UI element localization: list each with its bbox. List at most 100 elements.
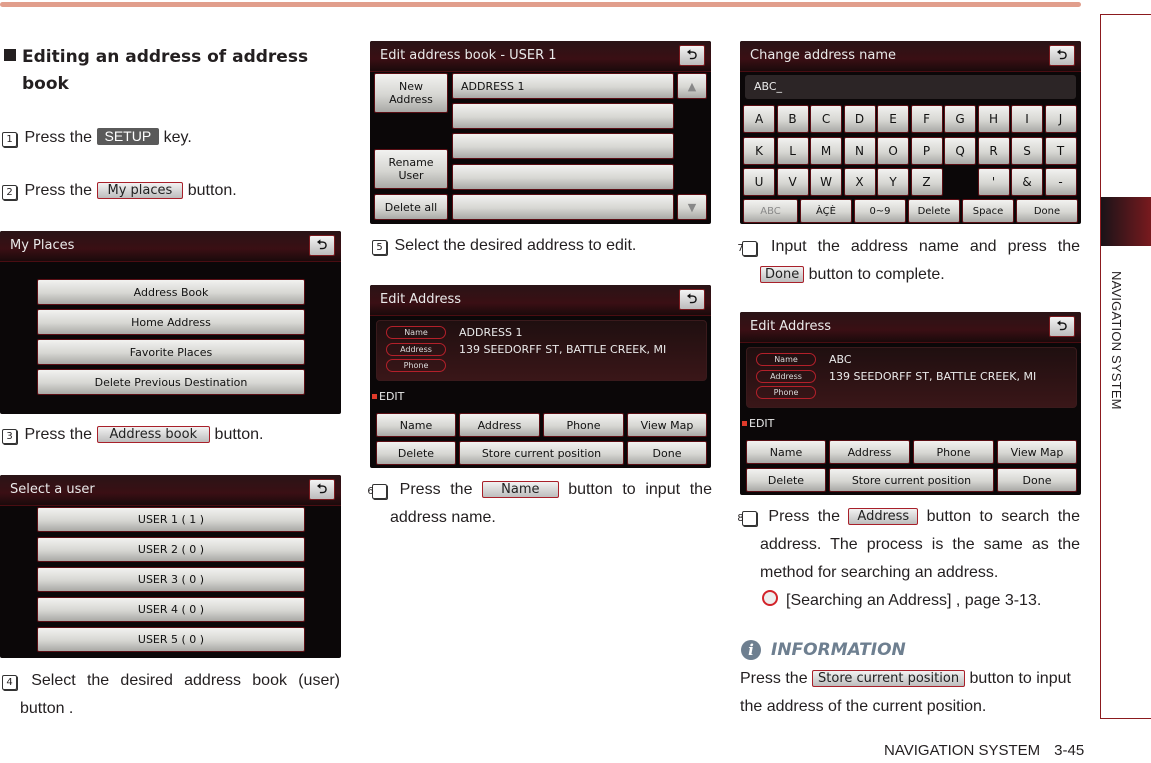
address-button[interactable]: Address (829, 440, 910, 464)
key-space[interactable]: Space (962, 199, 1014, 223)
key-q[interactable]: Q (944, 137, 977, 165)
view-map-button[interactable]: View Map (627, 413, 707, 437)
key-u[interactable]: U (743, 168, 776, 196)
screen-title: Edit Address (380, 292, 462, 307)
key-ampersand[interactable]: & (1011, 168, 1044, 196)
key-p[interactable]: P (910, 137, 943, 165)
setup-key: SETUP (96, 128, 160, 145)
key-abc-mode[interactable]: ABC (743, 199, 798, 223)
step-number: 5 (372, 240, 387, 255)
user-2-button[interactable]: USER 2 ( 0 ) (37, 537, 305, 562)
user-5-button[interactable]: USER 5 ( 0 ) (37, 627, 305, 652)
key-z[interactable]: Z (910, 168, 943, 196)
key-n[interactable]: N (843, 137, 876, 165)
name-button[interactable]: Name (746, 440, 826, 464)
name-button[interactable]: Name (376, 413, 456, 437)
address-row[interactable]: ADDRESS 1 (452, 73, 674, 99)
key-apostrophe[interactable]: ' (977, 168, 1010, 196)
delete-button[interactable]: Delete (746, 468, 826, 492)
key-b[interactable]: B (776, 105, 809, 133)
step-number: 4 (2, 675, 17, 690)
key-numeric-mode[interactable]: 0~9 (854, 199, 906, 223)
address-book-button[interactable]: Address Book (37, 279, 305, 305)
name-field-label: Name (756, 353, 816, 366)
address-row[interactable] (452, 164, 674, 190)
key-hyphen[interactable]: - (1044, 168, 1077, 196)
key-a[interactable]: A (743, 105, 776, 133)
edit-address-screen-updated: Edit Address ⮌ Name Address Phone ABC 13… (740, 312, 1081, 495)
return-arrow-icon[interactable]: ⮌ (1049, 316, 1075, 337)
scroll-down-icon[interactable]: ▼ (677, 194, 707, 220)
select-user-screen: Select a user ⮌ USER 1 ( 1 ) USER 2 ( 0 … (0, 475, 341, 658)
key-accented-mode[interactable]: ÀÇÈ (800, 199, 852, 223)
phone-button[interactable]: Phone (543, 413, 624, 437)
reference-link[interactable]: [Searching an Address] , page 3-13. (762, 587, 1041, 615)
return-arrow-icon[interactable]: ⮌ (1049, 45, 1075, 66)
return-arrow-icon[interactable]: ⮌ (309, 479, 335, 500)
name-input[interactable]: ABC_ (745, 75, 1076, 99)
key-delete[interactable]: Delete (908, 199, 960, 223)
store-current-position-button[interactable]: Store current position (829, 468, 994, 492)
key-y[interactable]: Y (877, 168, 910, 196)
delete-all-button[interactable]: Delete all (374, 194, 448, 220)
screen-title: Select a user (10, 482, 95, 497)
key-j[interactable]: J (1044, 105, 1077, 133)
address-button[interactable]: Address (459, 413, 540, 437)
rename-user-button[interactable]: Rename User (374, 149, 448, 189)
footer-section: NAVIGATION SYSTEM (884, 742, 1041, 759)
key-v[interactable]: V (776, 168, 809, 196)
key-e[interactable]: E (877, 105, 910, 133)
step-5: 5 Select the desired address to edit. (372, 232, 636, 260)
information-text: Press the Store current position button … (740, 670, 1071, 715)
step-number: 8 (737, 511, 757, 526)
store-current-position-button-ref: Store current position (812, 670, 966, 687)
delete-button[interactable]: Delete (376, 441, 456, 465)
user-1-button[interactable]: USER 1 ( 1 ) (37, 507, 305, 532)
key-c[interactable]: C (810, 105, 843, 133)
address-book-button-ref: Address book (96, 426, 211, 443)
name-button-ref: Name (482, 481, 559, 498)
address-row[interactable] (452, 194, 674, 220)
key-done[interactable]: Done (1016, 199, 1078, 223)
store-current-position-button[interactable]: Store current position (459, 441, 624, 465)
address-field-label: Address (756, 370, 816, 383)
return-arrow-icon[interactable]: ⮌ (679, 45, 705, 66)
information-heading: i INFORMATION (741, 640, 906, 660)
key-s[interactable]: S (1011, 137, 1044, 165)
return-arrow-icon[interactable]: ⮌ (309, 235, 335, 256)
done-button[interactable]: Done (627, 441, 707, 465)
user-3-button[interactable]: USER 3 ( 0 ) (37, 567, 305, 592)
key-d[interactable]: D (843, 105, 876, 133)
key-x[interactable]: X (843, 168, 876, 196)
key-f[interactable]: F (910, 105, 943, 133)
address-row[interactable] (452, 133, 674, 159)
phone-field-label: Phone (756, 386, 816, 399)
new-address-button[interactable]: New Address (374, 73, 448, 113)
step-6: 6 Press the Name button to input the add… (367, 481, 712, 526)
edit-address-screen: Edit Address ⮌ Name Address Phone ADDRES… (370, 285, 711, 468)
key-w[interactable]: W (810, 168, 843, 196)
key-k[interactable]: K (743, 137, 776, 165)
key-o[interactable]: O (877, 137, 910, 165)
key-t[interactable]: T (1044, 137, 1077, 165)
step-number: 3 (2, 429, 17, 444)
key-m[interactable]: M (810, 137, 843, 165)
key-h[interactable]: H (977, 105, 1010, 133)
delete-previous-destination-button[interactable]: Delete Previous Destination (37, 369, 305, 395)
favorite-places-button[interactable]: Favorite Places (37, 339, 305, 365)
key-i[interactable]: I (1011, 105, 1044, 133)
home-address-button[interactable]: Home Address (37, 309, 305, 335)
scroll-up-icon[interactable]: ▲ (677, 73, 707, 99)
key-g[interactable]: G (944, 105, 977, 133)
key-l[interactable]: L (776, 137, 809, 165)
return-arrow-icon[interactable]: ⮌ (679, 289, 705, 310)
name-field-label: Name (386, 326, 446, 339)
key-r[interactable]: R (977, 137, 1010, 165)
user-4-button[interactable]: USER 4 ( 0 ) (37, 597, 305, 622)
address-row[interactable] (452, 103, 674, 129)
step-3: 3 Press the Address book button. (2, 421, 263, 449)
view-map-button[interactable]: View Map (997, 440, 1077, 464)
done-button[interactable]: Done (997, 468, 1077, 492)
phone-button[interactable]: Phone (913, 440, 994, 464)
my-places-button-ref: My places (96, 182, 184, 199)
